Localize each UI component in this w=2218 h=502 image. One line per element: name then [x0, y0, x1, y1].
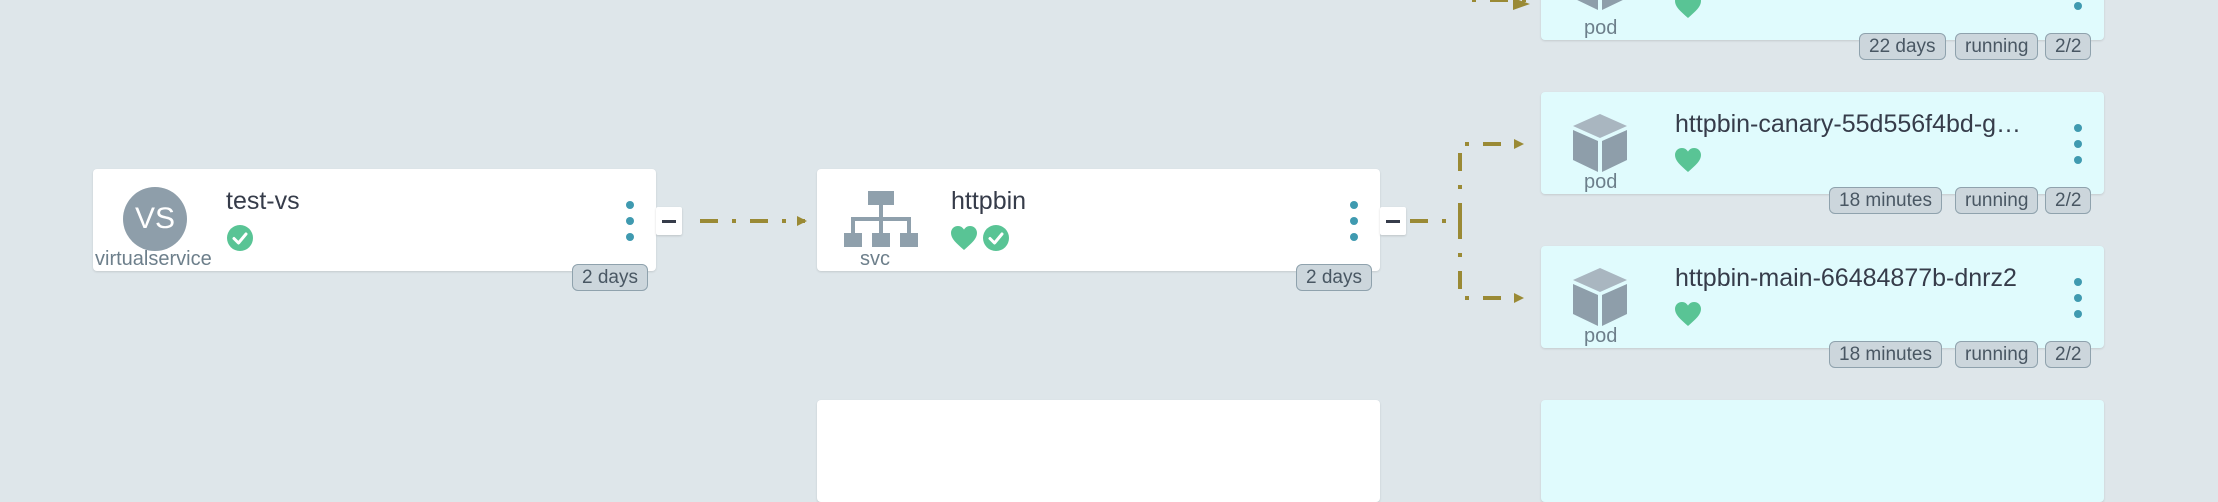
- pod-node[interactable]: pod httpbin-main-66484877b-dnrz2: [1541, 246, 2104, 348]
- edge-svc-to-pod-canary: [1458, 139, 1524, 221]
- status-badge: running: [1955, 341, 2039, 368]
- node-menu-button[interactable]: [2068, 124, 2088, 164]
- network-hierarchy-icon: [844, 191, 918, 247]
- resource-name[interactable]: httpbin-canary-55d556f4bd-g…: [1675, 110, 2035, 139]
- status-icons: [1674, 0, 1702, 19]
- resource-kind-label: virtualservice: [95, 248, 212, 270]
- pod-node[interactable]: pod httpbin-canary-55d556f4bd-g…: [1541, 92, 2104, 194]
- virtualservice-node[interactable]: VS virtualservice test-vs: [93, 169, 656, 271]
- edge-arrowhead: [1513, 0, 1530, 10]
- check-circle-icon: [983, 225, 1009, 251]
- age-badge: 2 days: [1296, 264, 1372, 291]
- resource-kind-label: svc: [860, 248, 890, 270]
- age-badge: 18 minutes: [1829, 341, 1942, 368]
- ready-badge: 2/2: [2045, 187, 2092, 214]
- pod-node-partial[interactable]: [1541, 400, 2104, 502]
- cube-icon: [1573, 114, 1627, 172]
- status-badge: running: [1955, 187, 2039, 214]
- heart-icon: [1675, 0, 1701, 18]
- resource-name[interactable]: test-vs: [226, 187, 526, 216]
- status-icons: [1674, 147, 1702, 173]
- heart-icon: [1675, 148, 1701, 172]
- resource-name[interactable]: httpbin: [951, 187, 1251, 216]
- service-node-partial[interactable]: [817, 400, 1380, 502]
- node-menu-button[interactable]: [620, 201, 640, 241]
- ready-badge: 2/2: [2045, 33, 2092, 60]
- virtualservice-avatar: VS: [123, 187, 187, 251]
- collapse-virtualservice-button[interactable]: [656, 207, 682, 235]
- node-menu-button[interactable]: [1344, 201, 1364, 241]
- resource-kind-label: pod: [1584, 325, 1618, 347]
- status-icons: [950, 224, 1010, 252]
- check-circle-icon: [227, 225, 253, 251]
- cube-icon: [1577, 0, 1623, 10]
- node-menu-button[interactable]: [2068, 278, 2088, 318]
- age-badge: 22 days: [1859, 33, 1946, 60]
- status-icons: [1674, 301, 1702, 327]
- resource-kind-label: pod: [1584, 171, 1618, 193]
- resource-name[interactable]: httpbin-main-66484877b-dnrz2: [1675, 264, 2055, 293]
- status-badge: running: [1955, 33, 2039, 60]
- resource-kind-label: pod: [1584, 17, 1618, 39]
- heart-icon: [1675, 302, 1701, 326]
- edge-svc-to-pod-main: [1458, 221, 1524, 303]
- heart-icon: [951, 226, 977, 250]
- status-icons: [226, 224, 254, 252]
- service-node[interactable]: svc httpbin: [817, 169, 1380, 271]
- age-badge: 18 minutes: [1829, 187, 1942, 214]
- node-menu-button[interactable]: [2068, 0, 2088, 10]
- age-badge: 2 days: [572, 264, 648, 291]
- collapse-service-button[interactable]: [1380, 207, 1406, 235]
- ready-badge: 2/2: [2045, 341, 2092, 368]
- cube-icon: [1573, 268, 1627, 326]
- resource-tree-canvas[interactable]: VS virtualservice test-vs 2 days svc htt…: [0, 0, 2218, 502]
